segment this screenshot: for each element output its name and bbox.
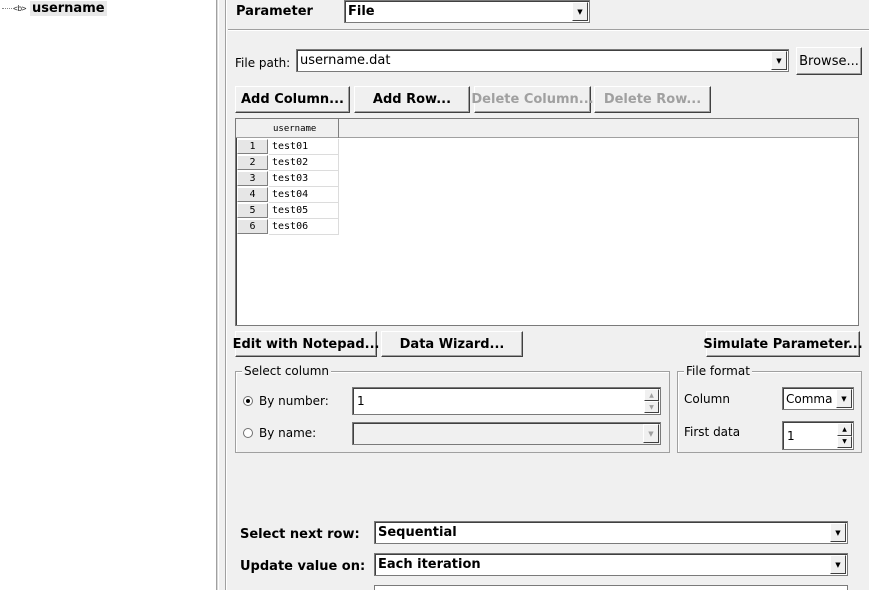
row-header[interactable]: 2 (237, 155, 268, 170)
grid-cell[interactable]: test01 (269, 139, 339, 155)
chevron-down-icon[interactable]: ▼ (643, 424, 659, 443)
by-number-label: By number: (259, 394, 329, 408)
select-next-row-select[interactable]: Sequential ▼ (374, 521, 848, 544)
grid-cell[interactable]: test06 (269, 219, 339, 235)
file-path-combo[interactable]: username.dat ▼ (296, 49, 789, 72)
column-format-label: Column (684, 392, 730, 406)
data-wizard-button[interactable]: Data Wizard... (381, 331, 523, 357)
update-value-select[interactable]: Each iteration ▼ (374, 553, 848, 576)
by-name-label: By name: (259, 426, 317, 440)
radio-unselected-icon[interactable] (243, 428, 253, 438)
chevron-down-icon[interactable]: ▼ (830, 523, 846, 542)
column-delimiter-value: Comma (786, 391, 833, 406)
tree-node-username[interactable]: <b> username (2, 0, 107, 16)
row-header[interactable]: 5 (237, 203, 268, 218)
simulate-parameter-button[interactable]: Simulate Parameter... (703, 331, 863, 357)
spin-up-icon[interactable]: ▲ (644, 389, 659, 401)
parameter-type-select[interactable]: File ▼ (344, 0, 590, 23)
update-value-value: Each iteration (378, 557, 481, 572)
first-data-input[interactable]: 1 ▲ ▼ (782, 421, 854, 450)
column-number-spinner[interactable]: ▲ ▼ (644, 389, 659, 413)
file-path-label: File path: (235, 56, 291, 70)
delete-row-button[interactable]: Delete Row... (594, 86, 711, 113)
chevron-down-icon[interactable]: ▼ (830, 555, 846, 574)
first-data-label: First data (684, 425, 741, 439)
header-separator (228, 29, 869, 31)
radio-selected-icon[interactable] (243, 396, 253, 406)
grid-cell[interactable]: test04 (269, 187, 339, 203)
select-next-row-label: Select next row: (240, 527, 360, 542)
first-data-value: 1 (787, 428, 795, 443)
row-header[interactable]: 4 (237, 187, 268, 202)
select-next-row-value: Sequential (378, 525, 457, 540)
update-value-label: Update value on: (240, 559, 366, 574)
add-row-button[interactable]: Add Row... (354, 86, 470, 113)
edit-with-notepad-button[interactable]: Edit with Notepad... (233, 331, 379, 357)
first-data-spinner[interactable]: ▲ ▼ (837, 423, 852, 448)
pane-border (225, 0, 227, 590)
by-name-radio[interactable]: By name: (243, 426, 316, 440)
select-column-title: Select column (242, 364, 332, 378)
browse-button[interactable]: Browse... (796, 47, 862, 75)
column-number-input[interactable]: 1 ▲ ▼ (352, 387, 661, 415)
row-header[interactable]: 6 (237, 219, 268, 234)
tree-node-label[interactable]: username (29, 0, 107, 16)
grid-cell[interactable]: test02 (269, 155, 339, 171)
parameter-type-label-text: Parameter (236, 4, 313, 19)
column-number-value: 1 (357, 394, 365, 408)
chevron-down-icon[interactable]: ▼ (836, 389, 852, 408)
delete-column-button[interactable]: Delete Column... (471, 86, 594, 113)
grid-cell[interactable]: test05 (269, 203, 339, 219)
grid-cell[interactable]: test03 (269, 171, 339, 187)
row-header[interactable]: 3 (237, 171, 268, 186)
chevron-down-icon[interactable]: ▼ (771, 51, 787, 70)
file-path-value: username.dat (300, 53, 391, 68)
tree-connector (2, 7, 12, 9)
parameter-type-value: File (348, 4, 375, 19)
parameter-icon: <b> (13, 3, 26, 13)
by-number-radio[interactable]: By number: (243, 394, 329, 408)
row-header[interactable]: 1 (237, 139, 268, 154)
column-delimiter-select[interactable]: Comma ▼ (782, 387, 854, 410)
file-format-title: File format (684, 364, 752, 378)
column-name-select[interactable]: ▼ (352, 422, 661, 445)
spin-up-icon[interactable]: ▲ (837, 423, 852, 436)
parameter-tree: <b> username (0, 0, 216, 590)
spin-down-icon[interactable]: ▼ (837, 435, 852, 448)
add-column-button[interactable]: Add Column... (235, 86, 350, 113)
chevron-down-icon[interactable]: ▼ (572, 2, 588, 21)
spin-down-icon[interactable]: ▼ (644, 401, 659, 413)
partial-combo-below[interactable] (374, 585, 848, 590)
grid-column-header[interactable]: username (268, 119, 339, 138)
parameter-type-label: Parameter (236, 4, 313, 19)
